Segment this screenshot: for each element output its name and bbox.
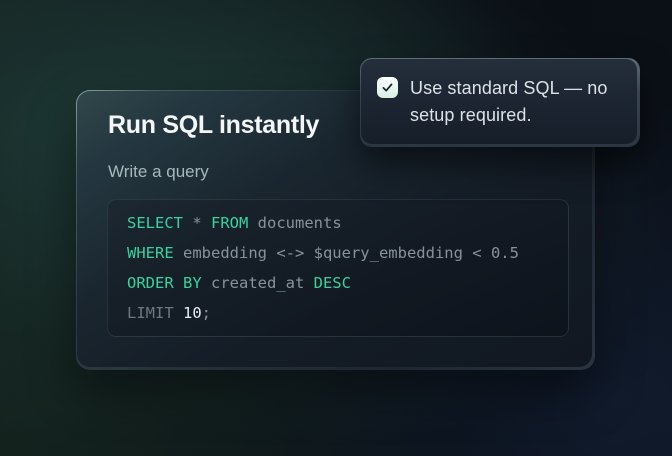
tooltip-label: Use standard SQL — no setup required.	[410, 75, 621, 129]
code-line: ORDER BY created_at DESC	[127, 268, 549, 298]
code-token: FROM	[211, 214, 248, 232]
sql-code-block: SELECT * FROM documentsWHERE embedding <…	[107, 199, 569, 337]
code-token: *	[183, 214, 211, 232]
code-line: WHERE embedding <-> $query_embedding < 0…	[127, 238, 549, 268]
code-token: ORDER BY	[127, 274, 202, 292]
code-token: WHERE	[127, 244, 174, 262]
code-token: embedding <-> $query_embedding < 0.5	[174, 244, 519, 262]
code-token: DESC	[314, 274, 351, 292]
code-token: documents	[248, 214, 341, 232]
card-subtitle: Write a query	[108, 162, 562, 182]
sql-tooltip: Use standard SQL — no setup required.	[360, 58, 640, 147]
background: Run SQL instantly Write a query SELECT *…	[0, 0, 672, 456]
code-token: SELECT	[127, 214, 183, 232]
code-token: 10	[174, 304, 202, 322]
code-token: LIMIT	[127, 304, 174, 322]
code-token: created_at	[202, 274, 314, 292]
check-icon	[381, 81, 394, 94]
sql-tooltip-body: Use standard SQL — no setup required.	[361, 59, 637, 144]
code-token: ;	[202, 304, 211, 322]
standard-sql-checkbox[interactable]	[377, 77, 398, 98]
code-line: LIMIT 10;	[127, 298, 549, 328]
code-line: SELECT * FROM documents	[127, 208, 549, 238]
